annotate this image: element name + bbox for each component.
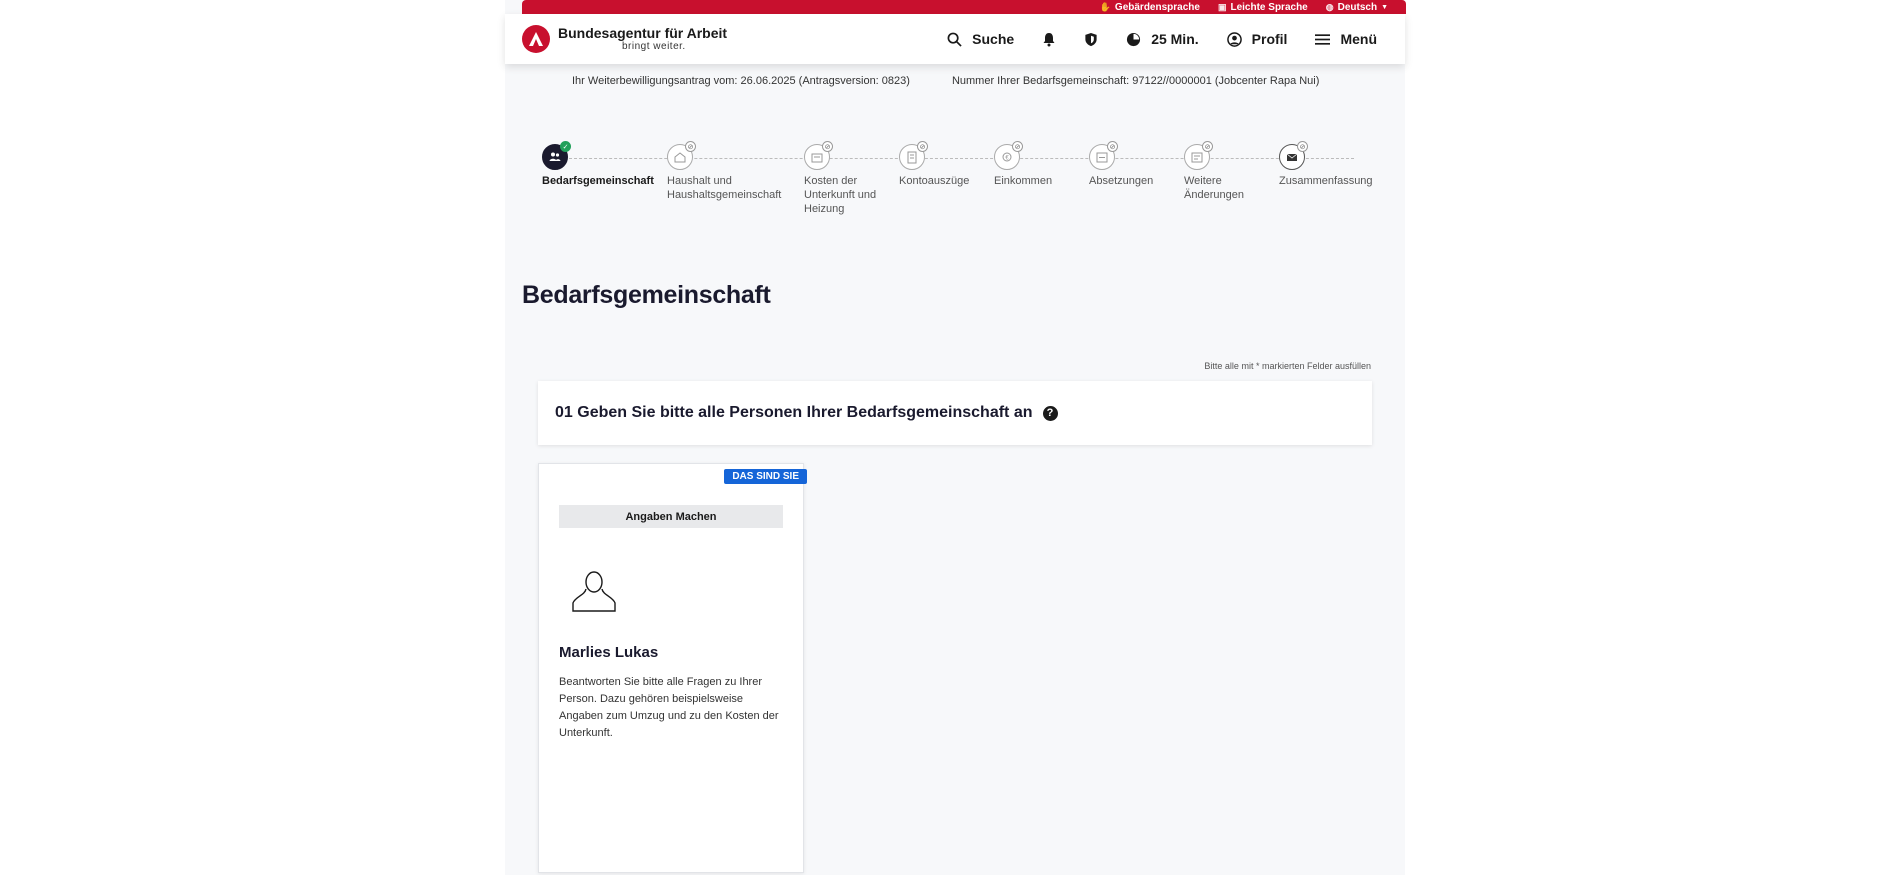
menu-label: Menü — [1340, 31, 1377, 47]
application-info: Ihr Weiterbewilligungsantrag vom: 26.06.… — [572, 75, 1319, 87]
self-badge: DAS SIND SIE — [724, 469, 807, 484]
step-absetzungen[interactable]: ⊘ Absetzungen — [1089, 141, 1169, 189]
step-weitere-aenderungen[interactable]: ⊘ Weitere Änderungen — [1184, 141, 1264, 203]
step-label: Weitere Änderungen — [1184, 175, 1244, 201]
top-utility-bar: ✋ Gebärdensprache ▣ Leichte Sprache ◍ De… — [522, 0, 1406, 14]
logo-title: Bundesagentur für Arbeit — [558, 24, 728, 41]
document-icon: ⊘ — [899, 141, 928, 170]
sign-language-label: Gebärdensprache — [1114, 1, 1200, 13]
step-label: Kosten der Unterkunft und Heizung — [804, 175, 877, 215]
person-description: Beantworten Sie bitte alle Fragen zu Ihr… — [559, 676, 779, 739]
hand-icon: ✋ — [1099, 1, 1111, 12]
globe-icon: ◍ — [1325, 1, 1334, 12]
pending-icon: ⊘ — [1012, 141, 1023, 152]
hamburger-icon — [1315, 33, 1331, 45]
pending-icon: ⊘ — [685, 141, 696, 152]
coins-icon: € ⊘ — [994, 141, 1023, 170]
chevron-down-icon: ▼ — [1381, 3, 1388, 11]
step-bedarfsgemeinschaft[interactable]: ✓ Bedarfsgemeinschaft — [542, 141, 662, 189]
step-label: Einkommen — [994, 175, 1053, 187]
logo[interactable]: Bundesagentur für Arbeit bringt weiter. — [522, 25, 727, 53]
ba-logo-icon — [522, 25, 550, 53]
pending-icon: ⊘ — [1202, 141, 1213, 152]
easy-language-link[interactable]: ▣ Leichte Sprache — [1218, 2, 1308, 13]
main-header: Bundesagentur für Arbeit bringt weiter. … — [505, 14, 1405, 64]
check-icon: ✓ — [560, 141, 571, 152]
session-timer[interactable]: 25 Min. — [1126, 31, 1199, 47]
menu-button[interactable]: Menü — [1315, 31, 1377, 47]
section-title: 01 Geben Sie bitte alle Personen Ihrer B… — [555, 404, 1033, 421]
person-name: Marlies Lukas — [559, 644, 659, 661]
profile-button[interactable]: Profil — [1226, 31, 1288, 47]
search-label: Suche — [972, 31, 1015, 47]
timer-label: 25 Min. — [1151, 31, 1199, 47]
person-card: DAS SIND SIE Angaben Machen Marlies Luka… — [538, 463, 807, 873]
step-kontoauszuege[interactable]: ⊘ Kontoauszüge — [899, 141, 989, 189]
envelope-icon: ⊘ — [1279, 141, 1308, 170]
house-icon: ⊘ — [667, 141, 696, 170]
progress-stepper: ✓ Bedarfsgemeinschaft ⊘ Haushalt und Hau… — [538, 141, 1378, 224]
step-haushalt[interactable]: ⊘ Haushalt und Haushaltsgemeinschaft — [667, 141, 795, 203]
profile-label: Profil — [1251, 31, 1288, 47]
language-label: Deutsch — [1337, 1, 1378, 13]
enter-details-button[interactable]: Angaben Machen — [559, 505, 783, 528]
help-icon[interactable]: ? — [1042, 405, 1058, 421]
sign-language-link[interactable]: ✋ Gebärdensprache — [1100, 2, 1200, 13]
search-icon — [947, 32, 962, 47]
page-title: Bedarfsgemeinschaft — [522, 281, 771, 309]
shield-icon — [1085, 32, 1097, 46]
page: ✋ Gebärdensprache ▣ Leichte Sprache ◍ De… — [505, 0, 1406, 875]
timer-icon — [1127, 32, 1141, 46]
search-button[interactable]: Suche — [947, 31, 1014, 47]
step-einkommen[interactable]: € ⊘ Einkommen — [994, 141, 1074, 189]
step-zusammenfassung[interactable]: ⊘ Zusammenfassung — [1279, 141, 1389, 189]
step-label: Haushalt und Haushaltsgemeinschaft — [667, 175, 782, 201]
logo-tagline: bringt weiter. — [622, 41, 686, 53]
notifications-button[interactable] — [1042, 32, 1056, 47]
user-circle-icon — [1226, 31, 1242, 47]
person-avatar-icon — [571, 569, 617, 618]
section-header: 01 Geben Sie bitte alle Personen Ihrer B… — [538, 381, 1372, 445]
community-number: Nummer Ihrer Bedarfsgemeinschaft: 97122/… — [951, 75, 1320, 87]
step-label: Kontoauszüge — [899, 175, 970, 187]
pending-icon: ⊘ — [1107, 141, 1118, 152]
security-button[interactable] — [1084, 32, 1098, 47]
home-cost-icon: ⊘ — [804, 141, 833, 170]
step-kosten-unterkunft[interactable]: ⊘ Kosten der Unterkunft und Heizung — [804, 141, 888, 216]
pending-icon: ⊘ — [917, 141, 928, 152]
pending-icon: ⊘ — [1297, 141, 1308, 152]
application-date: Ihr Weiterbewilligungsantrag vom: 26.06.… — [572, 75, 910, 87]
people-icon: ✓ — [542, 141, 571, 170]
step-label: Absetzungen — [1089, 175, 1154, 187]
pending-icon: ⊘ — [822, 141, 833, 152]
language-select[interactable]: ◍ Deutsch ▼ — [1326, 2, 1388, 13]
book-icon: ▣ — [1217, 1, 1227, 12]
deduction-icon: ⊘ — [1089, 141, 1118, 170]
edit-icon: ⊘ — [1184, 141, 1213, 170]
step-label: Bedarfsgemeinschaft — [542, 175, 654, 187]
easy-language-label: Leichte Sprache — [1230, 1, 1308, 13]
required-fields-note: Bitte alle mit * markierten Felder ausfü… — [1204, 361, 1371, 371]
header-nav: Suche 25 Min. Profil Menü — [947, 14, 1377, 64]
step-label: Zusammenfassung — [1279, 175, 1373, 187]
bell-icon — [1043, 32, 1055, 46]
